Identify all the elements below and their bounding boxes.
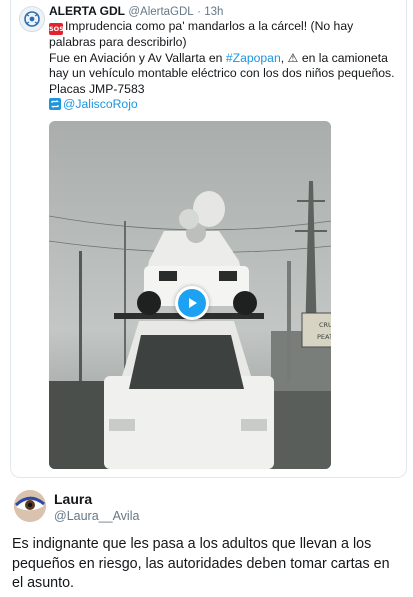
play-button[interactable] (175, 286, 209, 320)
laura-avatar[interactable] (14, 490, 46, 522)
separator-dot: · (197, 6, 201, 18)
retweet-icon (49, 98, 61, 111)
tweet-line-1: SOSImprudencia como pa' mandarlos a la c… (49, 19, 401, 51)
sos-badge-icon: SOS (49, 23, 64, 35)
quoted-author-handle[interactable]: @AlertaGDL (128, 6, 193, 18)
quoted-author-name[interactable]: ALERTA GDL (49, 4, 125, 18)
play-icon (189, 298, 197, 308)
reply-author-name[interactable]: Laura (54, 491, 92, 507)
road-sign-text-2: PEATONES (317, 333, 331, 341)
reply-author-handle[interactable]: @Laura__Avila (54, 509, 139, 523)
video-thumbnail[interactable]: CRUCE DE PEATONES (49, 121, 331, 469)
tweet-line-2-pre: Fue en Aviación y Av Vallarta en (49, 50, 226, 65)
alert-logo-icon (24, 11, 40, 27)
alertagdl-avatar[interactable] (19, 6, 45, 32)
retweet-mention-line: @JaliscoRojo (49, 97, 401, 113)
eye-makeup-avatar-icon (14, 490, 46, 522)
tweet-line-1-text: Imprudencia como pa' mandarlos a la cárc… (49, 19, 354, 49)
quoted-tweet-card[interactable]: ALERTA GDL @AlertaGDL · 13h SOSImprudenc… (10, 0, 407, 478)
tweet-line-3: Placas JMP-7583 (49, 81, 145, 96)
road-sign-text-1: CRUCE DE (319, 321, 331, 329)
tweet-line-2: Fue en Aviación y Av Vallarta en #Zapopa… (49, 51, 401, 82)
hashtag-link[interactable]: #Zapopan (226, 51, 281, 65)
quoted-tweet-header: ALERTA GDL @AlertaGDL · 13h (49, 4, 223, 18)
mention-link[interactable]: @JaliscoRojo (63, 97, 138, 111)
quoted-tweet-time[interactable]: 13h (204, 6, 223, 18)
quoted-tweet-text: SOSImprudencia como pa' mandarlos a la c… (49, 19, 401, 113)
reply-text: Es indignante que les pasa a los adultos… (12, 536, 390, 591)
